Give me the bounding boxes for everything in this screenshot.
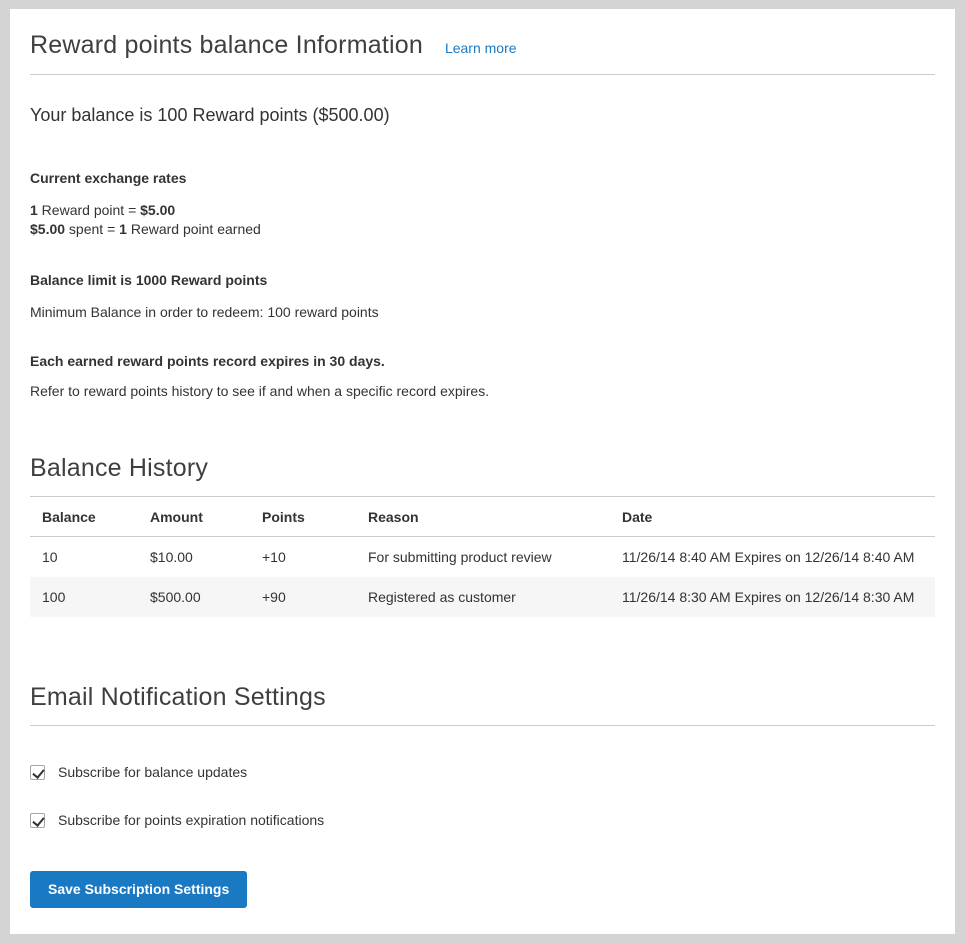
reward-points-card: Reward points balance Information Learn … [10, 9, 955, 934]
rate-spend-middle: spent = [65, 221, 119, 237]
balance-summary: Your balance is 100 Reward points ($500.… [30, 105, 935, 126]
rate-earn-points: 1 [30, 202, 38, 218]
checkbox-0[interactable] [30, 765, 45, 780]
cell-points: +10 [250, 537, 356, 578]
rate-spend-points: 1 [119, 221, 127, 237]
page-header: Reward points balance Information Learn … [30, 31, 935, 75]
table-header-row: Balance Amount Points Reason Date [30, 497, 935, 537]
cell-amount: $500.00 [138, 577, 250, 617]
subscribe-expiration-row: Subscribe for points expiration notifica… [30, 812, 935, 828]
learn-more-link[interactable]: Learn more [445, 40, 517, 56]
column-header-date: Date [610, 497, 935, 537]
cell-date: 11/26/14 8:30 AM Expires on 12/26/14 8:3… [610, 577, 935, 617]
cell-balance: 10 [30, 537, 138, 578]
email-settings-section: Email Notification Settings Subscribe fo… [30, 683, 935, 908]
exchange-rates-heading: Current exchange rates [30, 170, 935, 186]
exchange-rate-spend: $5.00 spent = 1 Reward point earned [30, 220, 935, 239]
table-row: 10 $10.00 +10 For submitting product rev… [30, 537, 935, 578]
rate-spend-tail: Reward point earned [127, 221, 261, 237]
subscribe-expiration-label: Subscribe for points expiration notifica… [58, 812, 324, 828]
email-settings-heading: Email Notification Settings [30, 683, 935, 726]
exchange-rates: 1 Reward point = $5.00 $5.00 spent = 1 R… [30, 201, 935, 239]
page-title: Reward points balance Information [30, 31, 423, 60]
expiry-note: Refer to reward points history to see if… [30, 383, 935, 399]
balance-limit-text: Balance limit is 1000 Reward points [30, 272, 935, 288]
cell-points: +90 [250, 577, 356, 617]
cell-reason: Registered as customer [356, 577, 610, 617]
balance-history-section: Balance History Balance Amount Points Re… [30, 454, 935, 617]
column-header-amount: Amount [138, 497, 250, 537]
exchange-rate-earn: 1 Reward point = $5.00 [30, 201, 935, 220]
table-row: 100 $500.00 +90 Registered as customer 1… [30, 577, 935, 617]
rate-spend-amount: $5.00 [30, 221, 65, 237]
minimum-balance-text: Minimum Balance in order to redeem: 100 … [30, 304, 935, 320]
column-header-balance: Balance [30, 497, 138, 537]
expiry-text: Each earned reward points record expires… [30, 353, 935, 369]
balance-history-heading: Balance History [30, 454, 935, 497]
cell-amount: $10.00 [138, 537, 250, 578]
cell-date: 11/26/14 8:40 AM Expires on 12/26/14 8:4… [610, 537, 935, 578]
cell-balance: 100 [30, 577, 138, 617]
column-header-reason: Reason [356, 497, 610, 537]
column-header-points: Points [250, 497, 356, 537]
cell-reason: For submitting product review [356, 537, 610, 578]
balance-history-table: Balance Amount Points Reason Date 10 $10… [30, 497, 935, 617]
save-subscription-button[interactable]: Save Subscription Settings [30, 871, 247, 908]
subscribe-balance-row: Subscribe for balance updates [30, 764, 935, 780]
rate-earn-middle: Reward point = [38, 202, 140, 218]
rate-earn-amount: $5.00 [140, 202, 175, 218]
checkbox-1[interactable] [30, 813, 45, 828]
subscribe-balance-label: Subscribe for balance updates [58, 764, 247, 780]
